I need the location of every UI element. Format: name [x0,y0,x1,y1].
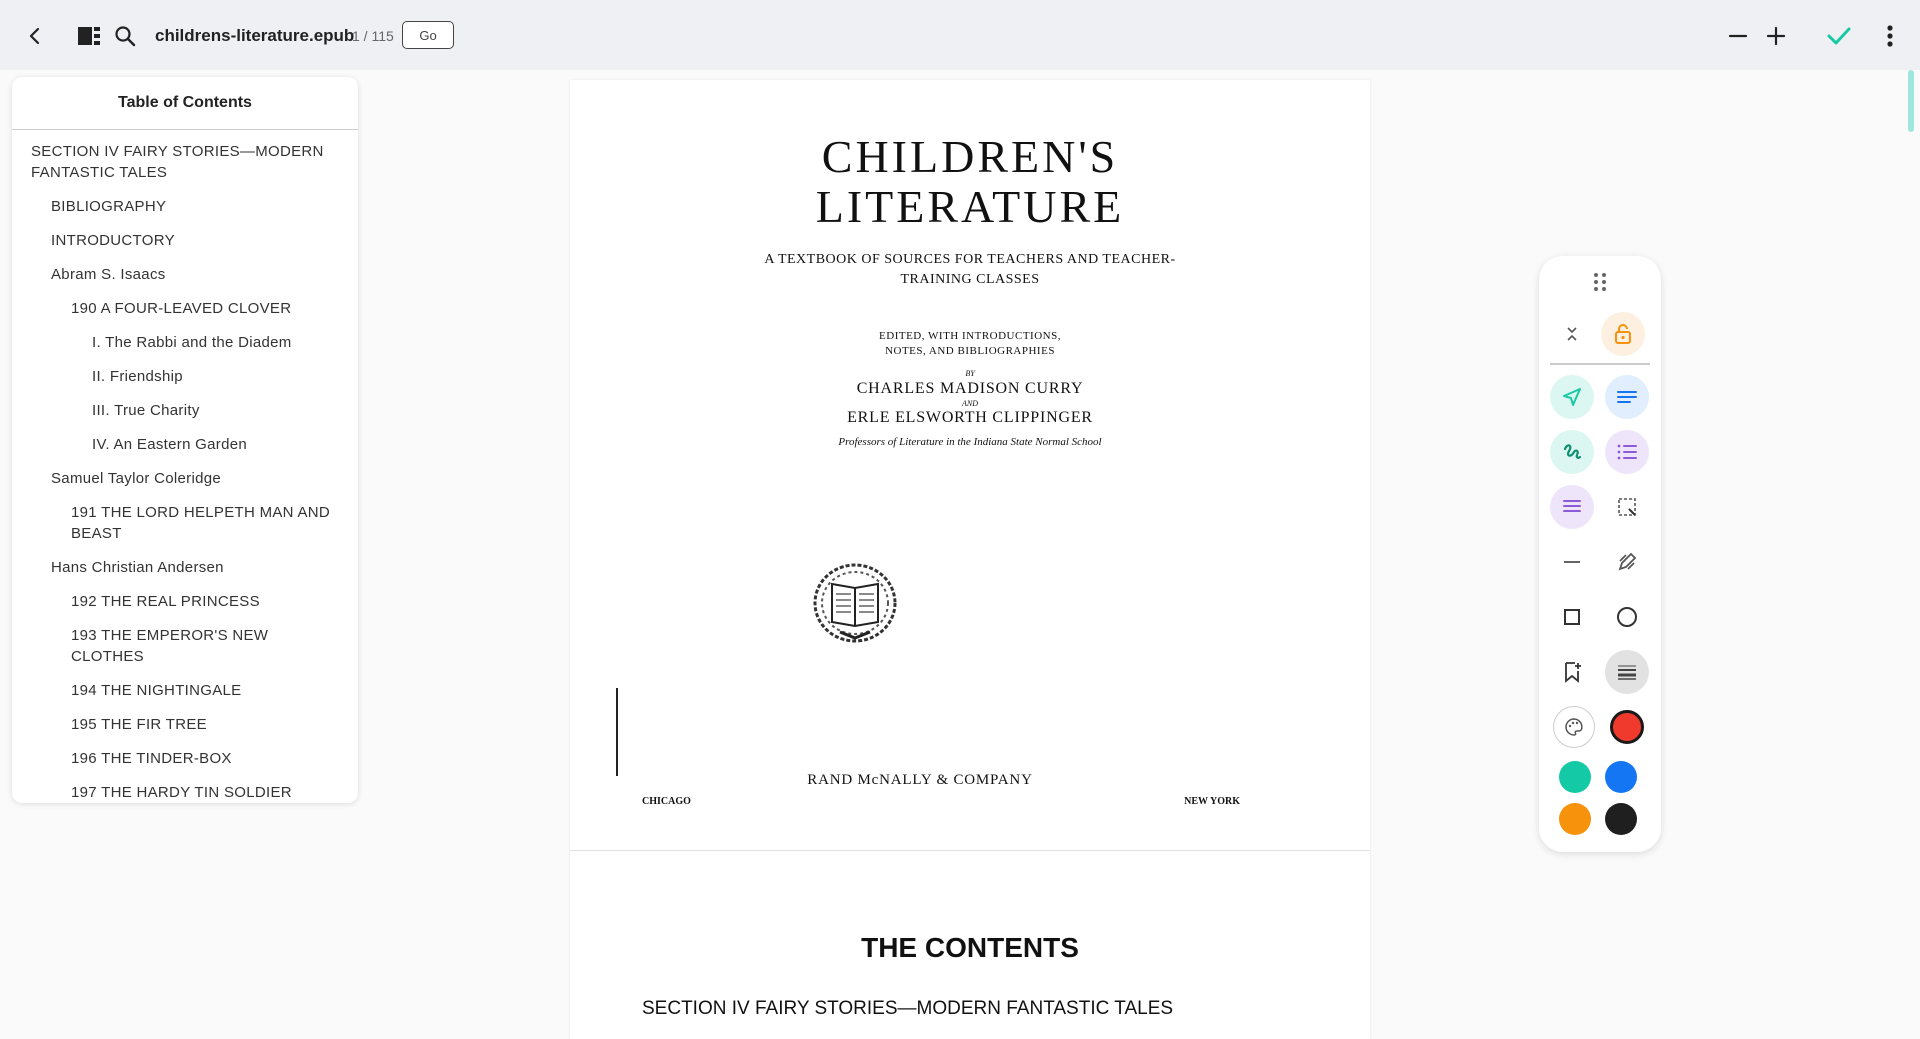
bookmark-add-icon [1565,662,1581,683]
toc-item[interactable]: 195 THE FIR TREE [12,711,358,735]
toc-item[interactable]: 194 THE NIGHTINGALE [12,677,358,701]
paragraph-icon [1563,500,1581,512]
toc-item[interactable]: Abram S. Isaacs [12,261,358,285]
subtitle-line-1: A TEXTBOOK OF SOURCES FOR TEACHERS AND T… [764,252,1176,267]
palette-icon [1565,718,1583,736]
document-title: childrens-literature.epub [155,26,355,45]
toc-list: SECTION IV FAIRY STORIES—MODERN FANTASTI… [12,130,358,803]
collapse-icon [1567,327,1577,341]
toc-item[interactable]: 192 THE REAL PRINCESS [12,588,358,612]
toc-toggle-button[interactable] [71,18,107,54]
go-button[interactable]: Go [402,21,454,49]
toc-item[interactable]: 193 THE EMPEROR'S NEW CLOTHES [12,622,358,667]
top-toolbar: childrens-literature.epub 1 / 115 Go [0,0,1920,70]
vertical-dots-icon [1887,25,1893,47]
subtitle-line-2: TRAINING CLASSES [900,272,1040,287]
color-swatch-blue[interactable] [1605,761,1637,793]
toc-panel-icon [78,27,100,45]
search-icon [115,26,136,47]
list-tool[interactable] [1605,430,1649,474]
contents-heading: THE CONTENTS [861,932,1079,963]
page-edge-mark [616,688,618,776]
select-area-tool[interactable] [1605,485,1649,529]
edited-line-2: NOTES, AND BIBLIOGRAPHIES [885,345,1055,357]
toc-item[interactable]: II. Friendship [12,363,358,387]
drag-handle[interactable] [1578,260,1622,304]
toc-item[interactable]: Samuel Taylor Coleridge [12,465,358,489]
color-picker-button[interactable] [1553,706,1595,748]
pen-edit-tool[interactable] [1605,540,1649,584]
search-button[interactable] [107,18,143,54]
line-icon [1564,561,1580,563]
lock-icon [1615,324,1631,344]
toc-item[interactable]: SECTION IV FAIRY STORIES—MODERN FANTASTI… [12,138,358,183]
select-area-icon [1618,498,1636,516]
toc-item[interactable]: INTRODUCTORY [12,227,358,251]
contents-first-line[interactable]: SECTION IV FAIRY STORIES—MODERN FANTASTI… [642,998,1173,1020]
scrollbar-thumb[interactable] [1908,70,1914,132]
and-label: AND [962,399,978,408]
toc-item[interactable]: 191 THE LORD HELPETH MAN AND BEAST [12,499,358,544]
toc-item[interactable]: Hans Christian Andersen [12,554,358,578]
plus-icon [1766,26,1786,46]
title-line-2: LITERATURE [815,181,1125,232]
toc-item[interactable]: 190 A FOUR-LEAVED CLOVER [12,295,358,319]
palette-divider [1550,363,1650,365]
city-right: NEW YORK [1184,796,1240,807]
by-label: BY [965,369,975,378]
author-affiliation: Professors of Literature in the Indiana … [838,436,1102,448]
toc-heading: Table of Contents [12,77,358,130]
minus-icon [1728,34,1748,38]
book-wreath-emblem [813,563,897,643]
bookmark-tool[interactable] [1550,650,1594,694]
circle-icon [1617,607,1637,627]
publisher: RAND McNALLY & COMPANY [807,772,1033,788]
circle-tool[interactable] [1605,595,1649,639]
drag-handle-icon [1594,273,1606,291]
paragraph-tool[interactable] [1550,485,1594,529]
toc-item[interactable]: III. True Charity [12,397,358,421]
send-icon [1563,388,1581,406]
stroke-width-icon [1618,665,1636,680]
rectangle-tool[interactable] [1550,595,1594,639]
toc-panel: Table of Contents SECTION IV FAIRY STORI… [12,77,358,803]
freehand-tool[interactable] [1550,430,1594,474]
city-left: CHICAGO [642,796,691,807]
annotation-palette [1539,256,1661,852]
color-swatch-teal[interactable] [1559,761,1591,793]
zoom-in-button[interactable] [1758,18,1794,54]
author-2: ERLE ELSWORTH CLIPPINGER [847,409,1093,426]
back-button[interactable] [17,18,53,54]
send-tool[interactable] [1550,375,1594,419]
toc-item[interactable]: IV. An Eastern Garden [12,431,358,455]
scribble-icon [1563,444,1582,459]
author-1: CHARLES MADISON CURRY [856,380,1084,397]
color-swatch-black[interactable] [1605,803,1637,835]
collapse-button[interactable] [1550,312,1594,356]
toc-item[interactable]: I. The Rabbi and the Diadem [12,329,358,353]
check-icon [1827,27,1851,45]
page-count: 1 / 115 [352,28,394,44]
toc-item[interactable]: 197 THE HARDY TIN SOLDIER [12,779,358,803]
text-tool[interactable] [1605,375,1649,419]
zoom-out-button[interactable] [1720,18,1756,54]
book-page: CHILDREN'S LITERATURE A TEXTBOOK OF SOUR… [570,80,1370,1039]
line-tool[interactable] [1550,540,1594,584]
chevron-left-icon [29,27,40,45]
title-line-1: CHILDREN'S [821,131,1119,182]
edited-line-1: EDITED, WITH INTRODUCTIONS, [879,330,1061,342]
page-divider [570,850,1370,851]
lock-button[interactable] [1601,312,1645,356]
pen-edit-icon [1618,552,1637,571]
square-icon [1564,609,1580,625]
color-swatch-orange[interactable] [1559,803,1591,835]
toc-item[interactable]: BIBLIOGRAPHY [12,193,358,217]
stroke-width-tool[interactable] [1605,650,1649,694]
text-lines-icon [1617,391,1637,403]
color-swatch-red-selected[interactable] [1610,710,1644,744]
more-menu-button[interactable] [1872,18,1908,54]
numbered-list-icon [1617,444,1637,460]
toc-item[interactable]: 196 THE TINDER-BOX [12,745,358,769]
confirm-button[interactable] [1821,18,1857,54]
